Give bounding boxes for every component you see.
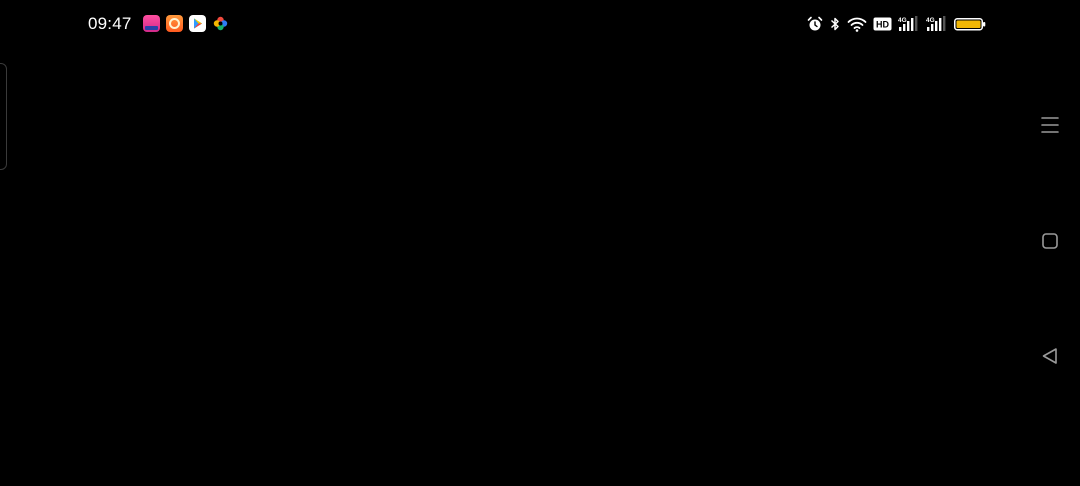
back-triangle-icon[interactable] [1040, 346, 1060, 366]
signal-4g-sim2-icon: 4G [926, 16, 948, 32]
food-app-icon [166, 15, 183, 32]
hd-voice-icon: HD [873, 17, 892, 31]
system-icons: HD 4G 4G [807, 14, 986, 34]
network-type-label-2: 4G [926, 17, 935, 24]
bluetooth-icon [829, 16, 841, 32]
home-square-icon[interactable] [1040, 231, 1060, 251]
signal-4g-sim1-icon: 4G [898, 16, 920, 32]
notification-icons [143, 15, 229, 32]
shopping-app-icon [143, 15, 160, 32]
battery-icon [954, 16, 986, 32]
side-panel-handle[interactable] [0, 63, 7, 170]
alarm-icon [807, 16, 823, 32]
hd-voice-label: HD [876, 20, 889, 30]
status-bar: 09:47 HD 4G 4G [0, 0, 1080, 48]
navigation-bar [1020, 48, 1080, 486]
photos-app-icon [212, 15, 229, 32]
play-store-icon [189, 15, 206, 32]
network-type-label-1: 4G [898, 17, 907, 24]
wifi-icon [847, 16, 867, 32]
recents-menu-icon[interactable] [1040, 115, 1060, 135]
status-clock: 09:47 [88, 14, 132, 33]
